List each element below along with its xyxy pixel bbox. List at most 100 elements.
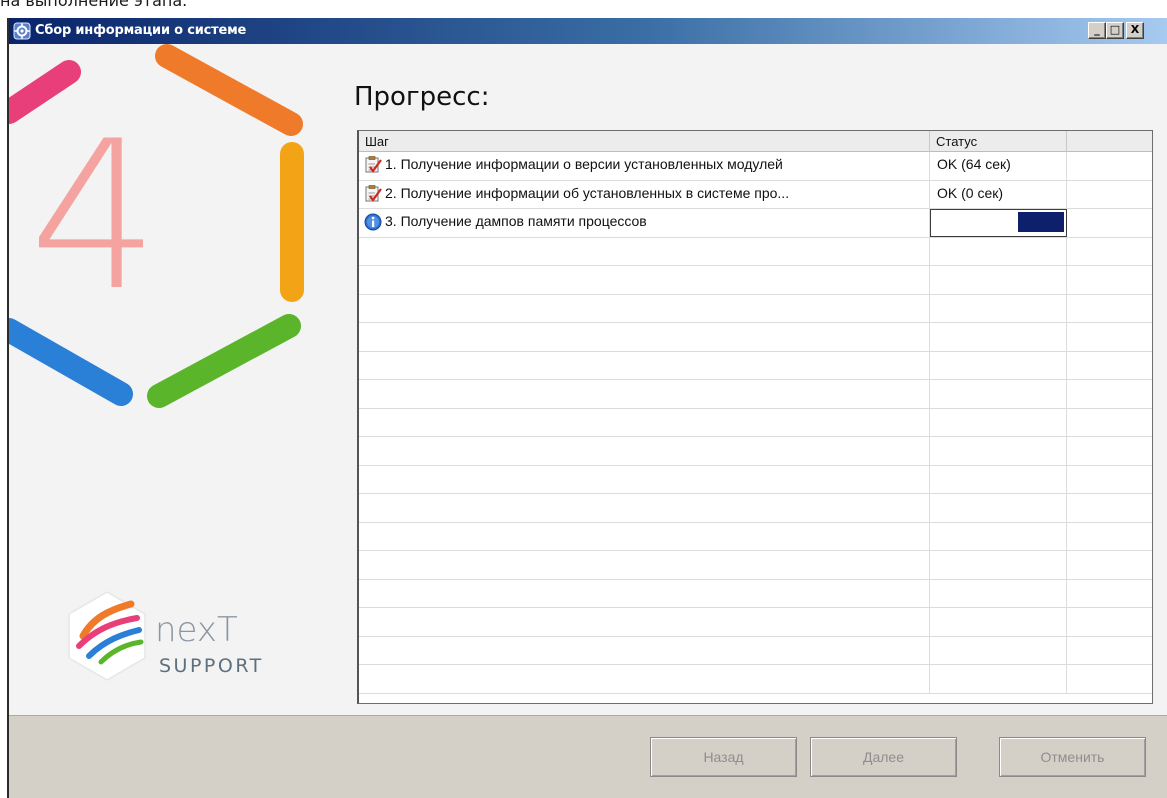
step-cell bbox=[359, 380, 930, 408]
extra-cell bbox=[1067, 380, 1152, 408]
step-cell bbox=[359, 551, 930, 579]
extra-cell bbox=[1067, 665, 1152, 693]
extra-cell bbox=[1067, 266, 1152, 294]
progress-table: Шаг Статус 1. Получение информации о вер… bbox=[357, 130, 1153, 704]
extra-cell bbox=[1067, 523, 1152, 551]
page-title: Прогресс: bbox=[354, 82, 490, 112]
column-header-extra[interactable] bbox=[1067, 131, 1152, 152]
status-cell bbox=[930, 294, 1067, 322]
extra-cell bbox=[1067, 352, 1152, 380]
column-header-status[interactable]: Статус bbox=[930, 131, 1067, 152]
status-cell bbox=[930, 237, 1067, 265]
table-row[interactable] bbox=[359, 294, 1152, 323]
table-row[interactable] bbox=[359, 579, 1152, 608]
extra-cell bbox=[1067, 466, 1152, 494]
table-row[interactable] bbox=[359, 266, 1152, 295]
status-cell bbox=[930, 551, 1067, 579]
step-text: 1. Получение информации о версии установ… bbox=[385, 156, 783, 172]
step-cell bbox=[359, 665, 930, 693]
extra-cell bbox=[1067, 295, 1152, 323]
next-button[interactable]: Далее bbox=[810, 737, 957, 777]
status-text: OK (0 сек) bbox=[937, 184, 1004, 201]
checklist-icon bbox=[364, 184, 382, 203]
step-cell bbox=[359, 294, 930, 322]
progress-bar bbox=[1018, 212, 1064, 232]
status-cell bbox=[930, 579, 1067, 607]
table-row[interactable]: 3. Получение дампов памяти процессов bbox=[359, 209, 1152, 238]
status-cell bbox=[930, 266, 1067, 294]
step-text: 2. Получение информации об установленных… bbox=[385, 184, 790, 201]
table-row[interactable] bbox=[359, 380, 1152, 409]
table-row[interactable]: 1. Получение информации о версии установ… bbox=[359, 152, 1152, 181]
extra-cell bbox=[1067, 323, 1152, 351]
back-button[interactable]: Назад bbox=[650, 737, 797, 777]
table-row[interactable] bbox=[359, 323, 1152, 352]
step-cell bbox=[359, 237, 930, 265]
extra-cell bbox=[1067, 494, 1152, 522]
status-text: OK (64 сек) bbox=[937, 156, 1011, 172]
step-cell bbox=[359, 636, 930, 664]
step-cell bbox=[359, 323, 930, 351]
status-cell bbox=[930, 380, 1067, 408]
status-cell: OK (64 сек) bbox=[930, 152, 1067, 180]
status-cell: OK (0 сек) bbox=[930, 180, 1067, 208]
extra-cell bbox=[1067, 608, 1152, 636]
table-row[interactable] bbox=[359, 437, 1152, 466]
status-cell bbox=[930, 465, 1067, 493]
close-button[interactable]: X bbox=[1126, 22, 1144, 39]
gear-app-icon bbox=[13, 22, 31, 40]
wizard-window: Сбор информации о системе _ □ X 4 nexT S… bbox=[7, 18, 1167, 798]
info-icon bbox=[364, 213, 382, 231]
status-cell bbox=[930, 351, 1067, 379]
table-row[interactable] bbox=[359, 608, 1152, 637]
extra-cell bbox=[1067, 637, 1152, 665]
extra-cell bbox=[1067, 409, 1152, 437]
table-row[interactable] bbox=[359, 465, 1152, 494]
table-row[interactable]: 2. Получение информации об установленных… bbox=[359, 180, 1152, 209]
step-cell bbox=[359, 408, 930, 436]
step-cell bbox=[359, 266, 930, 294]
table-row[interactable] bbox=[359, 494, 1152, 523]
checklist-icon bbox=[364, 156, 382, 174]
table-row[interactable] bbox=[359, 636, 1152, 665]
cancel-button[interactable]: Отменить bbox=[999, 737, 1146, 777]
table-row[interactable] bbox=[359, 237, 1152, 266]
status-cell bbox=[930, 665, 1067, 693]
step-cell bbox=[359, 437, 930, 465]
big-number: 4 bbox=[29, 98, 159, 336]
status-cell bbox=[930, 636, 1067, 664]
table-header: Шаг Статус bbox=[359, 131, 1152, 152]
table-row[interactable] bbox=[359, 522, 1152, 551]
window-title: Сбор информации о системе bbox=[35, 23, 247, 38]
extra-cell bbox=[1067, 209, 1152, 237]
status-cell bbox=[930, 494, 1067, 522]
status-cell bbox=[930, 522, 1067, 550]
step-text: 3. Получение дампов памяти процессов bbox=[385, 213, 647, 229]
step-cell bbox=[359, 522, 930, 550]
step-cell: 1. Получение информации о версии установ… bbox=[359, 152, 930, 180]
next-support-logo: nexT SUPPORT bbox=[68, 591, 264, 681]
title-bar[interactable]: Сбор информации о системе _ □ X bbox=[9, 18, 1167, 44]
step-cell bbox=[359, 494, 930, 522]
status-cell bbox=[930, 437, 1067, 465]
table-row[interactable] bbox=[359, 665, 1152, 694]
caption-fragment: на выполнение этапа. bbox=[0, 0, 1167, 18]
table-row[interactable] bbox=[359, 551, 1152, 580]
branding-panel: 4 nexT SUPPORT bbox=[9, 44, 341, 715]
table-row[interactable] bbox=[359, 351, 1152, 380]
extra-cell bbox=[1067, 238, 1152, 266]
status-cell bbox=[930, 323, 1067, 351]
hexagon-logo: 4 nexT SUPPORT bbox=[9, 44, 304, 681]
minimize-button[interactable]: _ bbox=[1088, 22, 1106, 39]
logo-word: nexT bbox=[155, 610, 238, 650]
caption-text: на выполнение этапа. bbox=[0, 0, 188, 10]
column-header-step[interactable]: Шаг bbox=[359, 131, 930, 152]
maximize-button[interactable]: □ bbox=[1106, 22, 1124, 39]
extra-cell bbox=[1067, 152, 1152, 180]
table-row[interactable] bbox=[359, 408, 1152, 437]
step-cell bbox=[359, 351, 930, 379]
extra-cell bbox=[1067, 551, 1152, 579]
step-cell bbox=[359, 465, 930, 493]
extra-cell bbox=[1067, 580, 1152, 608]
logo-sub: SUPPORT bbox=[159, 655, 264, 677]
